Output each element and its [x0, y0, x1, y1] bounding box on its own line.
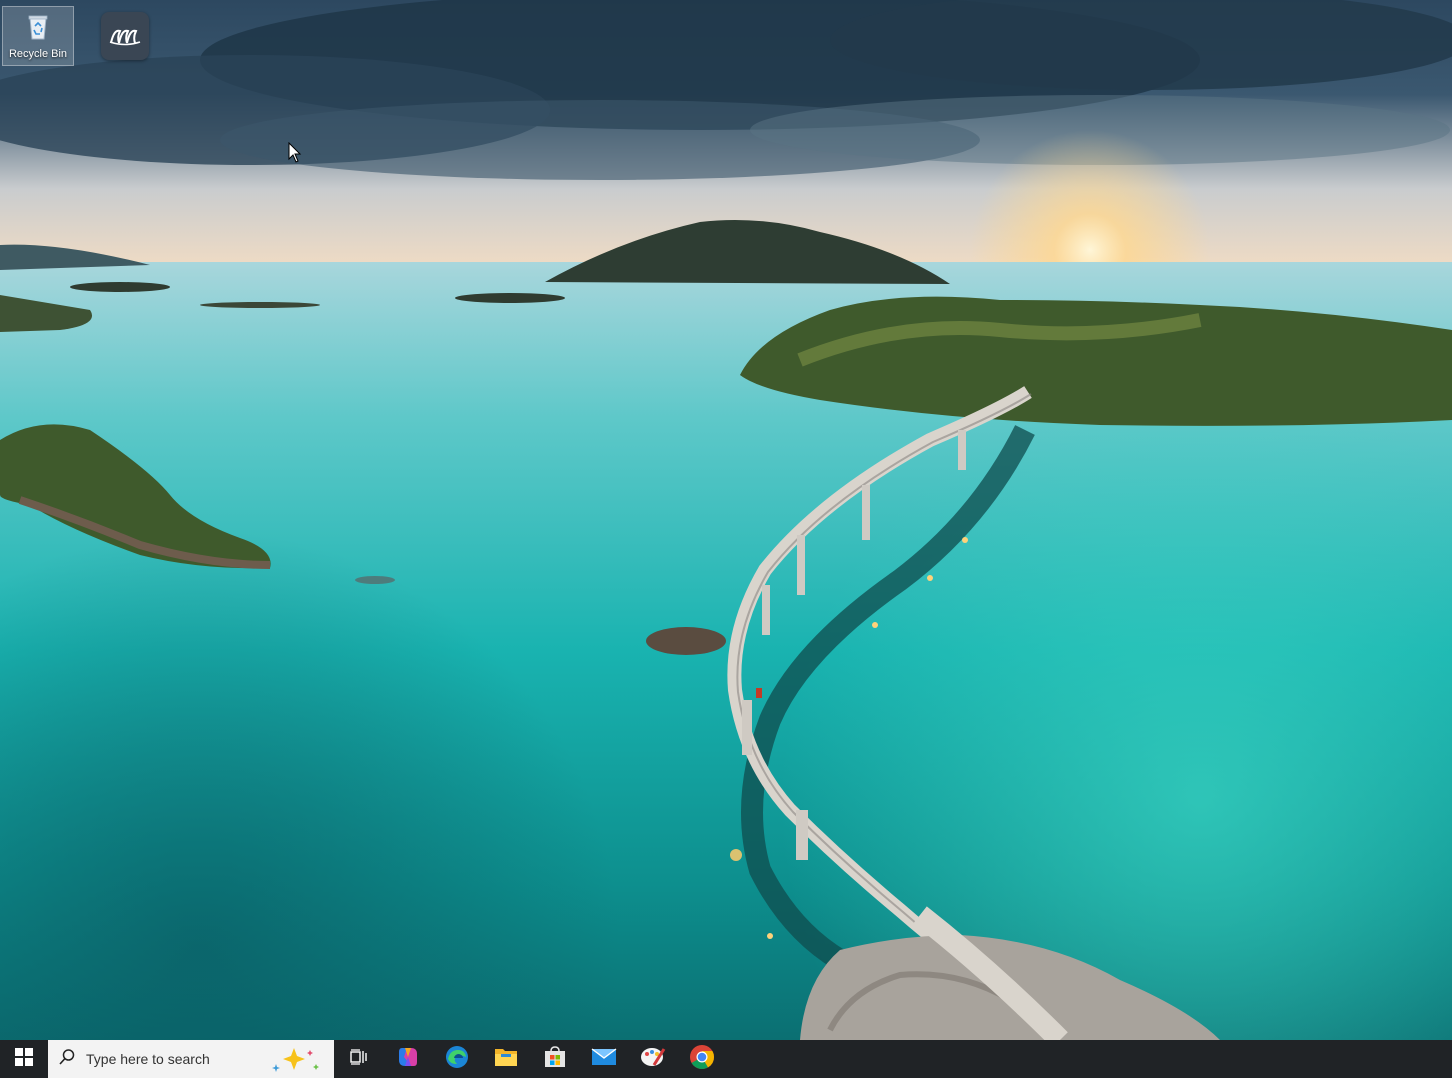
search-box[interactable]: Type here to search [48, 1040, 334, 1078]
search-icon [58, 1048, 76, 1071]
recycle-bin-shortcut[interactable]: Recycle Bin [2, 6, 74, 66]
task-view-button[interactable] [334, 1040, 383, 1078]
copilot-icon [396, 1045, 420, 1074]
taskbar-app-edge[interactable] [432, 1040, 481, 1078]
start-button[interactable] [0, 1040, 48, 1078]
taskbar-app-store[interactable] [530, 1040, 579, 1078]
taskbar-app-mail[interactable] [579, 1040, 628, 1078]
taskbar-app-chrome[interactable] [677, 1040, 726, 1078]
taskbar-app-file-explorer[interactable] [481, 1040, 530, 1078]
mail-icon [591, 1047, 617, 1072]
taskbar-app-paint[interactable] [628, 1040, 677, 1078]
recycle-bin-icon [23, 11, 53, 44]
app-waves-icon [101, 12, 149, 60]
chrome-icon [689, 1044, 715, 1075]
recycle-bin-label: Recycle Bin [8, 48, 68, 60]
taskbar: Type here to search [0, 1040, 1452, 1078]
sparkle-icon[interactable] [266, 1046, 326, 1077]
file-explorer-icon [494, 1046, 518, 1073]
store-icon [543, 1045, 567, 1074]
paint-icon [640, 1045, 666, 1074]
search-placeholder: Type here to search [86, 1051, 210, 1067]
task-view-icon [349, 1048, 369, 1071]
mouse-cursor-icon [288, 142, 302, 163]
taskbar-app-copilot[interactable] [383, 1040, 432, 1078]
windows-logo-icon [15, 1047, 33, 1071]
desktop-wallpaper [0, 0, 1452, 1040]
edge-icon [444, 1044, 470, 1075]
app-shortcut[interactable] [100, 12, 150, 60]
